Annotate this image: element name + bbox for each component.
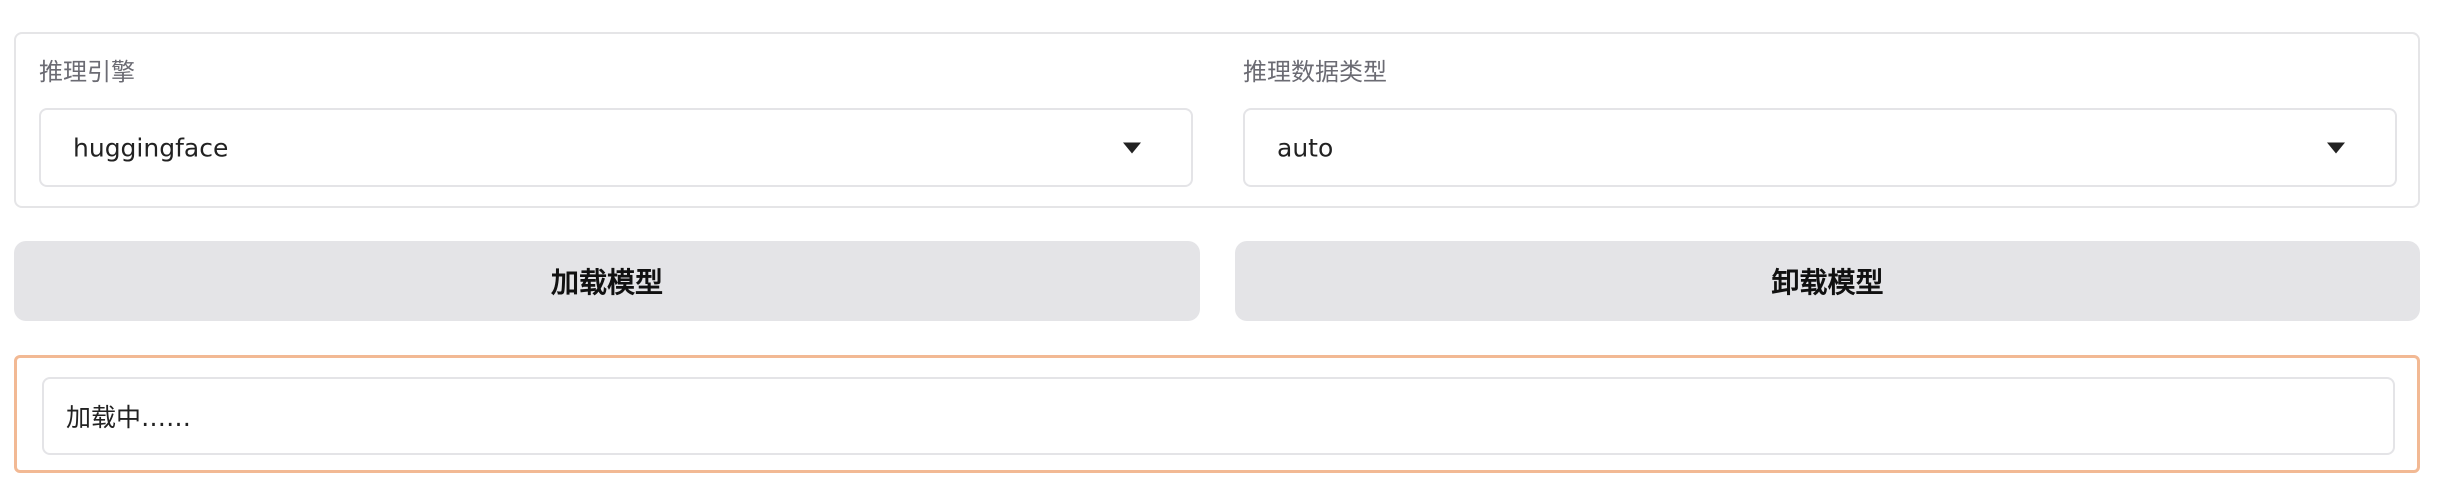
dtype-dropdown[interactable]: auto (1243, 108, 2397, 187)
chevron-down-icon (2327, 142, 2345, 153)
dtype-label: 推理数据类型 (1243, 58, 1387, 86)
chevron-down-icon (1123, 142, 1141, 153)
load-model-button[interactable]: 加载模型 (14, 241, 1200, 321)
engine-dropdown[interactable]: huggingface (39, 108, 1193, 187)
engine-value: huggingface (73, 133, 229, 162)
status-output: 加载中…… (42, 377, 2395, 455)
unload-model-button[interactable]: 卸载模型 (1235, 241, 2420, 321)
status-text: 加载中…… (66, 403, 192, 432)
status-panel: 加载中…… (14, 355, 2420, 473)
dtype-value: auto (1277, 133, 1334, 162)
engine-label: 推理引擎 (39, 58, 135, 86)
